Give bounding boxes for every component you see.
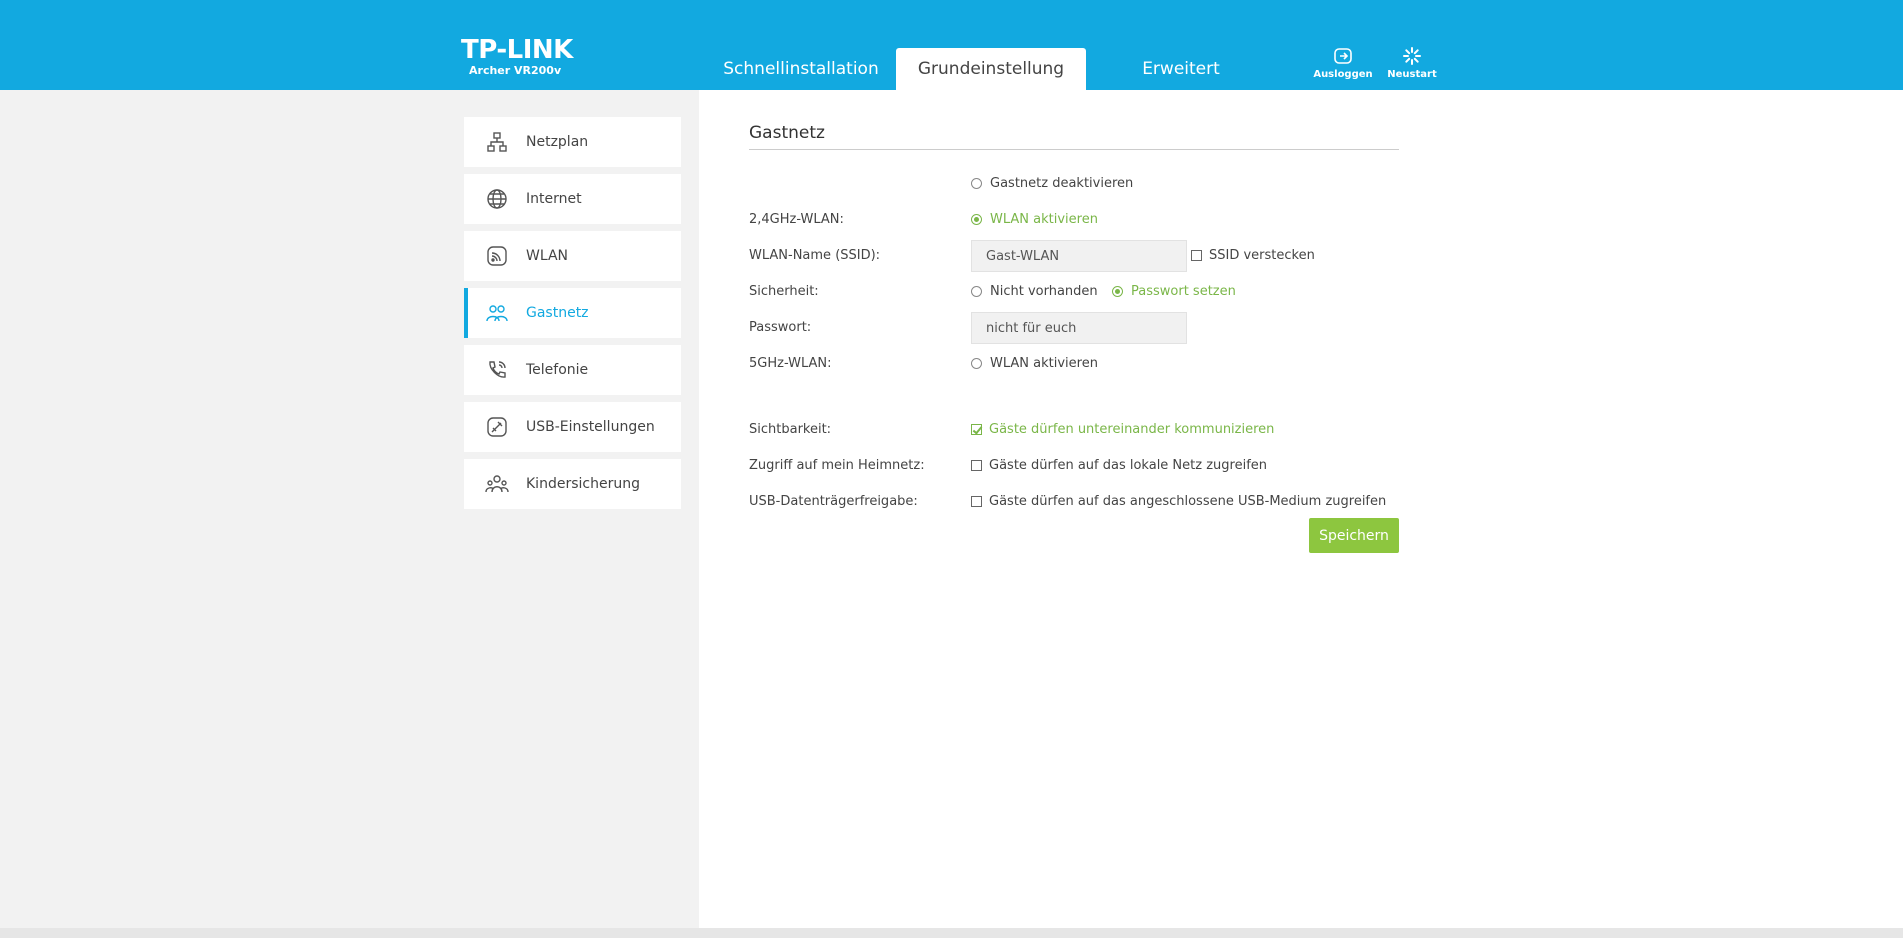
reboot-icon (1403, 47, 1421, 65)
tab-schnellinstallation[interactable]: Schnellinstallation (713, 48, 889, 90)
logout-icon (1334, 48, 1352, 64)
sidebar-item-label: Gastnetz (526, 305, 589, 321)
parental-control-icon (485, 472, 509, 496)
phone-icon (485, 358, 509, 382)
wlan24-label: 2,4GHz-WLAN: (749, 212, 844, 227)
usb-share-checkbox[interactable] (971, 496, 982, 507)
sidebar-item-usb-einstellungen[interactable]: USB-Einstellungen (464, 402, 681, 452)
hide-ssid-checkbox[interactable] (1191, 250, 1202, 261)
wlan24-enable-radio[interactable] (971, 214, 982, 225)
hide-ssid-label: SSID verstecken (1209, 248, 1315, 263)
save-button[interactable]: Speichern (1309, 518, 1399, 553)
ssid-input[interactable] (971, 240, 1187, 272)
page-title: Gastnetz (749, 123, 825, 143)
hide-ssid-option[interactable]: SSID verstecken (1191, 248, 1315, 263)
security-none-label: Nicht vorhanden (990, 284, 1098, 299)
disable-guest-network-label: Gastnetz deaktivieren (990, 176, 1134, 191)
logout-button[interactable]: Ausloggen (1309, 46, 1377, 80)
wlan5-enable-option[interactable]: WLAN aktivieren (971, 356, 1098, 371)
home-access-option[interactable]: Gäste dürfen auf das lokale Netz zugreif… (971, 458, 1267, 473)
usb-share-option[interactable]: Gäste dürfen auf das angeschlossene USB-… (971, 494, 1386, 509)
bottom-bar (0, 928, 1903, 938)
security-none-option[interactable]: Nicht vorhanden (971, 284, 1098, 299)
sidebar-item-label: Kindersicherung (526, 476, 640, 492)
sidebar-item-wlan[interactable]: WLAN (464, 231, 681, 281)
visibility-checkbox[interactable] (971, 424, 982, 435)
reboot-button[interactable]: Neustart (1378, 46, 1446, 80)
wlan5-enable-radio[interactable] (971, 358, 982, 369)
sidebar-item-label: Internet (526, 191, 582, 207)
wireless-icon (485, 244, 509, 268)
usb-share-label: USB-Datenträgerfreigabe: (749, 494, 918, 509)
wlan24-enable-label: WLAN aktivieren (990, 212, 1098, 227)
wlan5-enable-label: WLAN aktivieren (990, 356, 1098, 371)
security-label: Sicherheit: (749, 284, 819, 299)
password-label: Passwort: (749, 320, 812, 335)
network-map-icon (485, 130, 509, 154)
ssid-label: WLAN-Name (SSID): (749, 248, 881, 263)
globe-icon (485, 187, 509, 211)
sidebar-item-label: Telefonie (526, 362, 589, 378)
home-access-checkbox[interactable] (971, 460, 982, 471)
disable-guest-network-option[interactable]: Gastnetz deaktivieren (971, 176, 1133, 191)
sidebar-item-label: WLAN (526, 248, 569, 264)
home-access-option-label: Gäste dürfen auf das lokale Netz zugreif… (989, 458, 1268, 473)
tp-link-logo: TP-LINK Archer VR200v (461, 36, 573, 77)
usb-share-option-label: Gäste dürfen auf das angeschlossene USB-… (989, 494, 1387, 509)
security-none-radio[interactable] (971, 286, 982, 297)
visibility-label: Sichtbarkeit: (749, 422, 832, 437)
sidebar-item-gastnetz[interactable]: Gastnetz (464, 288, 681, 338)
wlan5-label: 5GHz-WLAN: (749, 356, 832, 371)
visibility-option-label: Gäste dürfen untereinander kommunizieren (989, 422, 1275, 437)
logo-text: TP-LINK (461, 35, 573, 65)
security-password-label: Passwort setzen (1131, 284, 1236, 299)
security-password-radio[interactable] (1112, 286, 1123, 297)
tab-grundeinstellung[interactable]: Grundeinstellung (896, 48, 1086, 90)
guest-network-icon (485, 301, 509, 325)
disable-guest-network-radio[interactable] (971, 178, 982, 189)
sidebar-item-netzplan[interactable]: Netzplan (464, 117, 681, 167)
usb-icon (485, 415, 509, 439)
sidebar-item-kindersicherung[interactable]: Kindersicherung (464, 459, 681, 509)
password-input[interactable] (971, 312, 1187, 344)
sidebar-item-label: Netzplan (526, 134, 589, 150)
header-bar: TP-LINK Archer VR200v Schnellinstallatio… (0, 0, 1903, 90)
visibility-option[interactable]: Gäste dürfen untereinander kommunizieren (971, 422, 1274, 437)
model-name: Archer VR200v (469, 64, 562, 77)
home-access-label: Zugriff auf mein Heimnetz: (749, 458, 925, 473)
sidebar-item-internet[interactable]: Internet (464, 174, 681, 224)
logout-label: Ausloggen (1313, 69, 1373, 80)
title-divider (749, 149, 1399, 150)
sidebar-item-label: USB-Einstellungen (526, 419, 655, 435)
security-password-option[interactable]: Passwort setzen (1112, 284, 1236, 299)
tab-erweitert[interactable]: Erweitert (1100, 48, 1262, 90)
sidebar-item-telefonie[interactable]: Telefonie (464, 345, 681, 395)
reboot-label: Neustart (1387, 69, 1437, 80)
wlan24-enable-option[interactable]: WLAN aktivieren (971, 212, 1098, 227)
